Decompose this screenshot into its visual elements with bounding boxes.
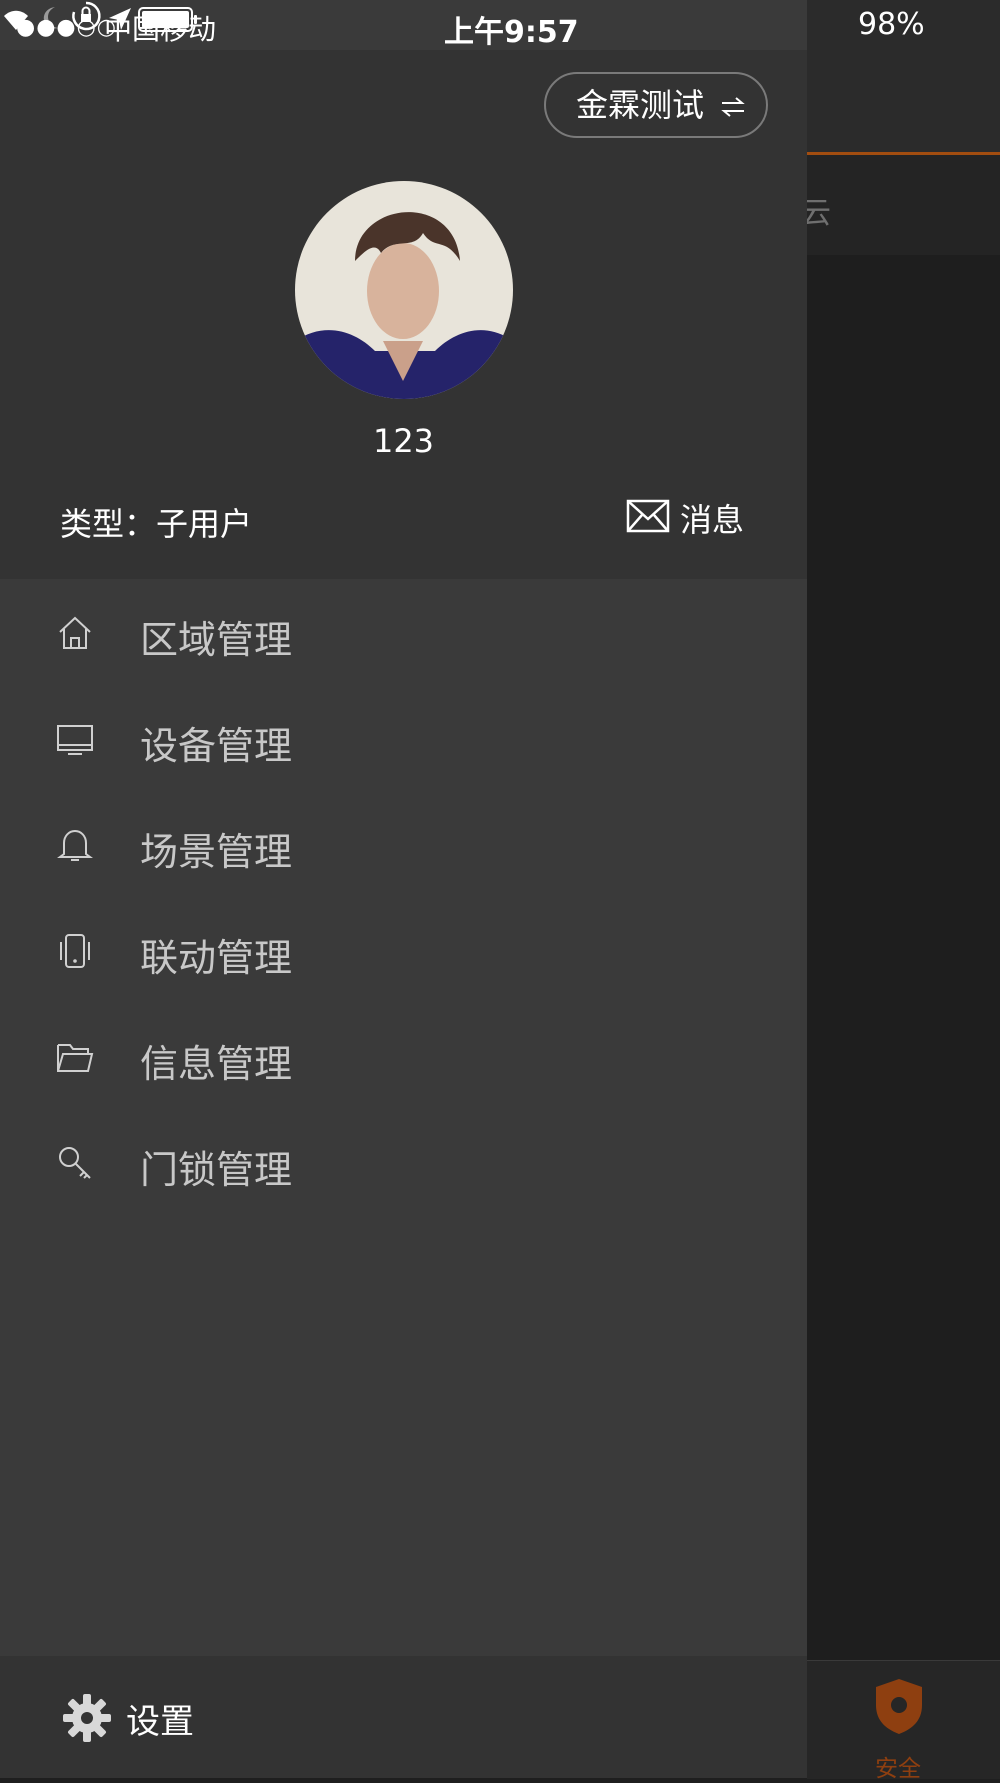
menu-item-lock-management[interactable]: 门锁管理 [0,1111,807,1217]
background-app-panel: 云 安全 [801,0,1000,1782]
monitor-icon [57,725,93,755]
signal-strength: ●●●○○ [16,15,117,40]
battery-percentage: 98% [858,7,925,42]
phone-vibrate-icon [60,934,90,968]
menu-item-linkage-management[interactable]: 联动管理 [0,899,807,1005]
menu-item-label: 联动管理 [140,936,293,980]
key-icon [59,1147,91,1179]
menu-item-label: 设备管理 [140,724,293,768]
avatar-image [295,181,513,399]
status-bar: ●●●○○ 中国移动 上午9:57 98% [0,0,1000,50]
folder-icon [57,1044,94,1072]
menu-item-label: 信息管理 [140,1042,293,1086]
mail-icon [626,499,670,533]
background-subheader [807,155,1000,255]
drawer-menu: 区域管理 设备管理 场景管理 联动管理 信息管理 门锁管理 [0,581,807,1217]
drawer-footer: 设置 [0,1656,807,1778]
menu-item-info-management[interactable]: 信息管理 [0,1005,807,1111]
menu-item-label: 场景管理 [140,830,293,874]
site-switch-button[interactable]: 金霖测试 [544,72,768,138]
menu-item-device-management[interactable]: 设备管理 [0,687,807,793]
side-drawer: 金霖测试 123 类型：子用户 消息 区域管理 设备管理 场景管理 联动管理 信… [0,0,807,1778]
background-tab-bar: 安全 [807,1660,1000,1782]
gear-icon [63,1694,111,1742]
settings-label: 设置 [126,1702,194,1742]
menu-item-label: 区域管理 [140,618,293,662]
site-switch-label: 金霖测试 [576,86,705,124]
menu-item-label: 门锁管理 [140,1148,293,1192]
menu-item-area-management[interactable]: 区域管理 [0,581,807,687]
drawer-profile-header: 金霖测试 123 类型：子用户 消息 [0,50,807,579]
shield-icon[interactable] [872,1677,926,1735]
home-icon [59,616,91,649]
username: 123 [372,422,435,460]
user-type-label: 类型：子用户 [60,505,253,543]
bell-icon [57,829,93,861]
avatar[interactable] [295,181,513,399]
swap-icon [721,97,745,117]
menu-item-scene-management[interactable]: 场景管理 [0,793,807,899]
messages-label: 消息 [680,501,745,539]
carrier-name: 中国移动 [104,13,217,46]
status-time: 上午9:57 [444,15,579,50]
